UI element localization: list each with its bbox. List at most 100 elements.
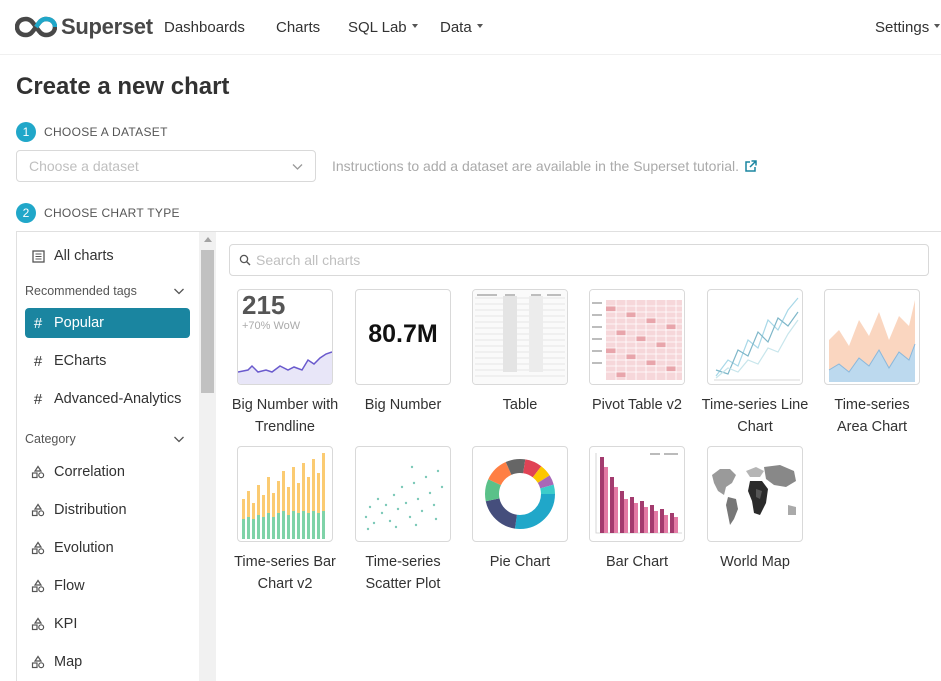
chevron-down-icon bbox=[292, 164, 303, 170]
scrollbar-thumb[interactable] bbox=[201, 250, 214, 393]
sidebar-item-all-charts[interactable]: All charts bbox=[25, 241, 190, 271]
hash-icon: # bbox=[33, 390, 43, 408]
chart-sidebar: All charts Recommended tags # Popular # … bbox=[17, 232, 216, 681]
superset-logo-icon bbox=[15, 16, 57, 38]
chart-tile-name: Table bbox=[502, 397, 538, 413]
sidebar-item-label: Popular bbox=[54, 315, 104, 331]
chart-type-panel: All charts Recommended tags # Popular # … bbox=[16, 231, 941, 681]
sidebar-item-label: Evolution bbox=[54, 540, 114, 556]
category-header[interactable]: Category bbox=[25, 432, 185, 446]
search-icon bbox=[239, 254, 251, 266]
nav-sql-lab-label: SQL Lab bbox=[348, 19, 407, 36]
line-chart-thumb bbox=[707, 289, 803, 385]
chart-tile-line-chart[interactable]: Time-series Line Chart bbox=[701, 289, 809, 438]
sidebar-tag-advanced-analytics[interactable]: # Advanced-Analytics bbox=[25, 384, 190, 414]
sidebar-item-label: Map bbox=[54, 654, 83, 670]
chevron-down-icon bbox=[174, 288, 184, 295]
recommended-tags-title: Recommended tags bbox=[25, 284, 137, 298]
brand-name: Superset bbox=[61, 14, 153, 39]
step-label: CHOOSE A DATASET bbox=[44, 125, 168, 139]
chart-tile-big-number[interactable]: 80.7M Big Number bbox=[349, 289, 457, 416]
sidebar-item-label: Distribution bbox=[54, 502, 127, 518]
step-label: CHOOSE CHART TYPE bbox=[44, 206, 180, 220]
chart-tile-name: Bar Chart bbox=[605, 554, 669, 570]
chart-tile-name: Time-series Area Chart bbox=[834, 397, 910, 435]
sidebar-item-label: KPI bbox=[54, 616, 78, 632]
top-navbar: Superset Dashboards Charts SQL Lab Data … bbox=[0, 0, 941, 55]
caret-down-icon bbox=[934, 24, 941, 29]
caret-down-icon bbox=[476, 24, 483, 29]
bar-chart-v2-thumb bbox=[237, 446, 333, 542]
big-number-thumb: 80.7M bbox=[355, 289, 451, 385]
chart-tile-name: Time-series Scatter Plot bbox=[365, 554, 441, 592]
step-choose-chart-type: 2 CHOOSE CHART TYPE bbox=[16, 203, 180, 223]
chart-search[interactable]: Search all charts bbox=[229, 244, 929, 276]
sidebar-tag-echarts[interactable]: # ECharts bbox=[25, 346, 190, 376]
category-title: Category bbox=[25, 432, 76, 446]
chart-tile-pivot-table[interactable]: Pivot Table v2 bbox=[583, 289, 691, 416]
chart-tile-world-map[interactable]: World Map bbox=[701, 446, 809, 573]
chart-tile-name: Pie Chart bbox=[489, 554, 551, 570]
chart-tile-bar-chart[interactable]: Bar Chart bbox=[583, 446, 691, 573]
pie-chart-thumb bbox=[472, 446, 568, 542]
caret-down-icon bbox=[411, 24, 418, 29]
sidebar-item-label: Flow bbox=[54, 578, 85, 594]
external-link-icon[interactable] bbox=[744, 159, 757, 173]
sidebar-scrollbar[interactable] bbox=[199, 232, 216, 681]
sidebar-category-distribution[interactable]: Distribution bbox=[25, 495, 190, 525]
step-number: 1 bbox=[16, 122, 36, 142]
recommended-tags-header[interactable]: Recommended tags bbox=[25, 284, 185, 298]
chart-tile-name: Time-series Line Chart bbox=[701, 397, 809, 435]
sidebar-item-label: ECharts bbox=[54, 353, 107, 369]
shapes-icon bbox=[30, 578, 46, 594]
nav-charts-label: Charts bbox=[276, 19, 321, 36]
thumb-value: 80.7M bbox=[368, 320, 438, 348]
chart-tile-area-chart[interactable]: Time-series Area Chart bbox=[818, 289, 926, 438]
chart-tile-table[interactable]: Table bbox=[466, 289, 574, 416]
chevron-down-icon bbox=[174, 436, 184, 443]
chart-tile-name: Big Number with Trendline bbox=[231, 397, 339, 435]
chart-tile-big-number-trendline[interactable]: 215 +70% WoW Big Number with Trendline bbox=[231, 289, 339, 438]
sidebar-category-correlation[interactable]: Correlation bbox=[25, 457, 190, 487]
sidebar-tag-popular[interactable]: # Popular bbox=[25, 308, 190, 338]
hash-icon: # bbox=[33, 352, 43, 370]
shapes-icon bbox=[30, 502, 46, 518]
bar-chart-thumb bbox=[589, 446, 685, 542]
shapes-icon bbox=[30, 616, 46, 632]
chart-tile-name: Big Number bbox=[364, 397, 442, 413]
chart-tile-name: Time-series Bar Chart v2 bbox=[234, 554, 336, 592]
sidebar-category-kpi[interactable]: KPI bbox=[25, 609, 190, 639]
dataset-hint-text: Instructions to add a dataset are availa… bbox=[332, 158, 740, 174]
shapes-icon bbox=[30, 540, 46, 556]
sidebar-item-label: All charts bbox=[54, 248, 114, 264]
shapes-icon bbox=[30, 464, 46, 480]
sidebar-category-flow[interactable]: Flow bbox=[25, 571, 190, 601]
superset-logo[interactable]: Superset bbox=[15, 12, 153, 42]
chart-tile-name: World Map bbox=[720, 554, 790, 570]
dataset-select-placeholder: Choose a dataset bbox=[29, 158, 139, 174]
sidebar-item-label: Correlation bbox=[54, 464, 125, 480]
shapes-icon bbox=[30, 654, 46, 670]
chart-tile-scatter-plot[interactable]: Time-series Scatter Plot bbox=[349, 446, 457, 595]
nav-data-label: Data bbox=[440, 19, 472, 36]
nav-dashboards[interactable]: Dashboards bbox=[164, 19, 245, 36]
chart-search-placeholder: Search all charts bbox=[256, 252, 361, 268]
nav-settings[interactable]: Settings bbox=[875, 19, 941, 36]
sidebar-category-evolution[interactable]: Evolution bbox=[25, 533, 190, 563]
nav-data[interactable]: Data bbox=[440, 19, 483, 36]
page-title: Create a new chart bbox=[16, 73, 230, 100]
nav-settings-label: Settings bbox=[875, 19, 930, 36]
nav-sql-lab[interactable]: SQL Lab bbox=[348, 19, 418, 36]
scroll-up-arrow-icon[interactable] bbox=[204, 237, 212, 242]
big-number-trendline-thumb: 215 +70% WoW bbox=[237, 289, 333, 385]
step-number: 2 bbox=[16, 203, 36, 223]
chart-tile-bar-chart-v2[interactable]: Time-series Bar Chart v2 bbox=[231, 446, 339, 595]
sidebar-category-map[interactable]: Map bbox=[25, 647, 190, 677]
area-chart-thumb bbox=[824, 289, 920, 385]
nav-charts[interactable]: Charts bbox=[276, 19, 320, 36]
scatter-plot-thumb bbox=[355, 446, 451, 542]
chart-tile-pie-chart[interactable]: Pie Chart bbox=[466, 446, 574, 573]
step-choose-dataset: 1 CHOOSE A DATASET bbox=[16, 122, 168, 142]
dataset-select[interactable]: Choose a dataset bbox=[16, 150, 316, 182]
chart-tile-name: Pivot Table v2 bbox=[591, 397, 682, 413]
